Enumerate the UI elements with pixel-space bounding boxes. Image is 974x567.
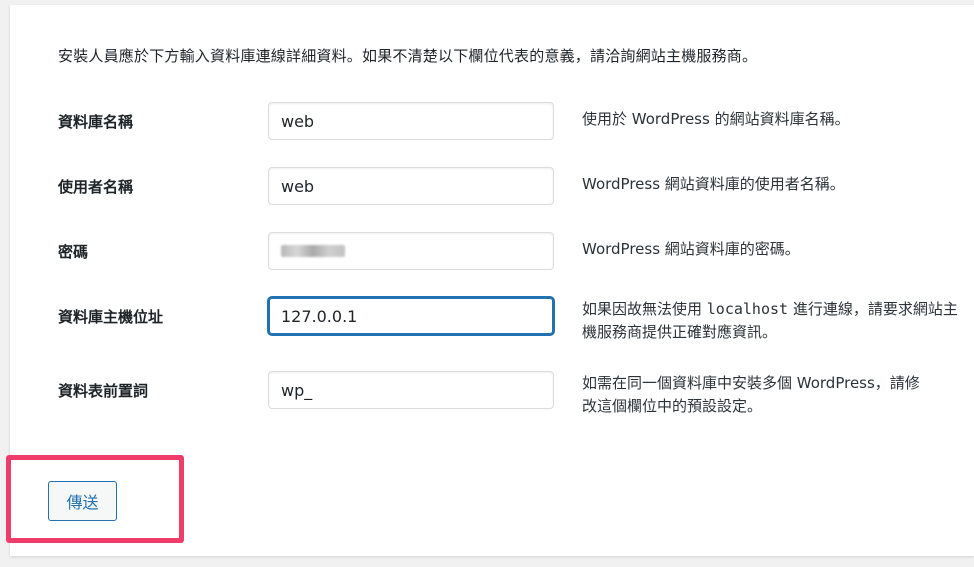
dbhost-description-start: 如果因故無法使用 bbox=[582, 300, 707, 318]
prefix-input[interactable] bbox=[268, 371, 554, 409]
password-input[interactable] bbox=[268, 232, 554, 270]
intro-text: 安裝人員應於下方輸入資料庫連線詳細資料。如果不清楚以下欄位代表的意義，請洽詢網站… bbox=[58, 47, 758, 65]
submit-button[interactable]: 傳送 bbox=[48, 481, 117, 521]
username-input[interactable] bbox=[268, 167, 554, 205]
username-label: 使用者名稱 bbox=[58, 178, 134, 196]
setup-config-panel: 安裝人員應於下方輸入資料庫連線詳細資料。如果不清楚以下欄位代表的意義，請洽詢網站… bbox=[10, 5, 974, 556]
dbhost-label: 資料庫主機位址 bbox=[58, 308, 164, 326]
localhost-code: localhost bbox=[706, 300, 789, 318]
password-label: 密碼 bbox=[58, 243, 89, 261]
password-description: WordPress 網站資料庫的密碼。 bbox=[582, 240, 800, 258]
username-description: WordPress 網站資料庫的使用者名稱。 bbox=[582, 175, 845, 193]
prefix-description: 如需在同一個資料庫中安裝多個 WordPress，請修改這個欄位中的預設設定。 bbox=[582, 374, 920, 415]
dbname-description: 使用於 WordPress 的網站資料庫名稱。 bbox=[582, 110, 850, 128]
dbname-label: 資料庫名稱 bbox=[58, 113, 134, 131]
dbhost-input[interactable] bbox=[268, 297, 554, 335]
dbhost-description: 如果因故無法使用 localhost 進行連線，請要求網站主機服務商提供正確對應… bbox=[582, 298, 962, 344]
prefix-label: 資料表前置詞 bbox=[58, 382, 149, 400]
dbname-input[interactable] bbox=[268, 102, 554, 140]
